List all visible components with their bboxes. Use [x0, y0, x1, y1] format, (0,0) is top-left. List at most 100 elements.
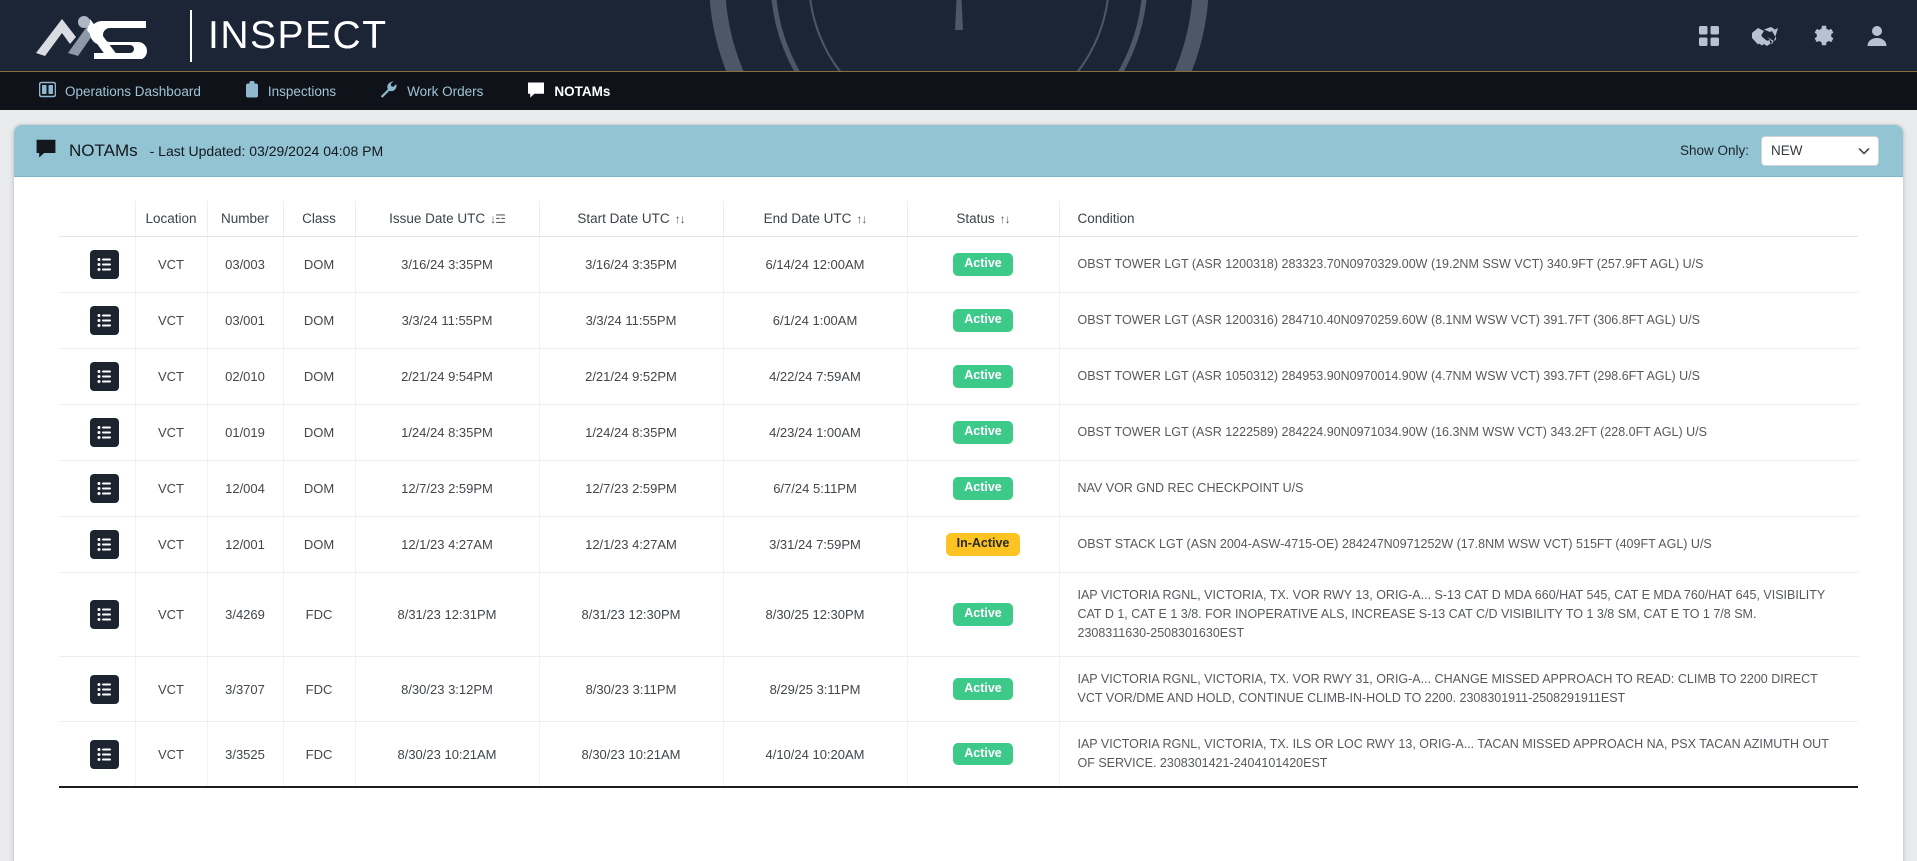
row-actions-cell — [59, 404, 136, 461]
table-row[interactable]: VCT 03/001 DOM 3/3/24 11:55PM 3/3/24 11:… — [59, 292, 1858, 349]
details-list-icon[interactable] — [90, 600, 120, 629]
status-badge: Active — [953, 742, 1013, 766]
cell-end-date: 8/30/25 12:30PM — [723, 572, 908, 657]
column-header-status[interactable]: Status ↑↓ — [907, 201, 1060, 237]
notams-card-title-group: NOTAMs - Last Updated: 03/29/2024 04:08 … — [35, 138, 383, 163]
table-row[interactable]: VCT 3/4269 FDC 8/31/23 12:31PM 8/31/23 1… — [59, 572, 1858, 657]
status-badge: Active — [953, 309, 1013, 332]
details-list-icon[interactable] — [90, 362, 120, 391]
cell-status: Active — [907, 404, 1060, 461]
cell-condition: IAP VICTORIA RGNL, VICTORIA, TX. VOR RWY… — [1059, 656, 1858, 722]
cell-location: VCT — [135, 404, 208, 461]
last-updated-text: - Last Updated: 03/29/2024 04:08 PM — [149, 142, 384, 159]
details-list-icon[interactable] — [90, 418, 120, 447]
sort-toggle-icon[interactable]: ↑↓ — [1000, 212, 1011, 226]
column-header-class[interactable]: Class — [283, 201, 356, 237]
cell-issue-date: 1/24/24 8:35PM — [355, 404, 540, 461]
cell-status: Active — [907, 292, 1060, 349]
sort-desc-icon[interactable]: ↓☲ — [490, 212, 506, 226]
cell-end-date: 4/22/24 7:59AM — [723, 348, 908, 405]
cell-condition: OBST TOWER LGT (ASR 1222589) 284224.90N0… — [1059, 404, 1858, 461]
cell-class: DOM — [283, 516, 356, 573]
table-row[interactable]: VCT 03/003 DOM 3/16/24 3:35PM 3/16/24 3:… — [59, 236, 1858, 293]
gear-icon[interactable] — [1807, 22, 1835, 50]
column-label: Start Date UTC — [577, 211, 670, 226]
cell-issue-date: 8/30/23 3:12PM — [355, 656, 540, 722]
nav-item-operations-dashboard[interactable]: Operations Dashboard — [22, 72, 218, 110]
column-header-number[interactable]: Number — [207, 201, 284, 237]
cell-location: VCT — [135, 348, 208, 405]
notams-table-container: Location Number Class Issue Date UTC ↓☲ S… — [14, 177, 1903, 861]
cell-condition: OBST STACK LGT (ASN 2004-ASW-4715-OE) 28… — [1059, 516, 1858, 573]
column-header-issue-date[interactable]: Issue Date UTC ↓☲ — [355, 201, 540, 237]
user-icon[interactable] — [1863, 22, 1891, 50]
column-label: Condition — [1077, 211, 1135, 226]
row-actions-cell — [59, 572, 136, 657]
handshake-icon[interactable] — [1751, 22, 1779, 50]
cell-condition: NAV VOR GND REC CHECKPOINT U/S — [1059, 460, 1858, 517]
column-header-actions — [59, 201, 136, 237]
table-row[interactable]: VCT 01/019 DOM 1/24/24 8:35PM 1/24/24 8:… — [59, 404, 1858, 461]
cell-end-date: 8/29/25 3:11PM — [723, 656, 908, 722]
column-header-end-date[interactable]: End Date UTC ↑↓ — [723, 201, 908, 237]
table-row[interactable]: VCT 12/001 DOM 12/1/23 4:27AM 12/1/23 4:… — [59, 516, 1858, 573]
status-badge: Active — [953, 253, 1013, 276]
table-row[interactable]: VCT 3/3707 FDC 8/30/23 3:12PM 8/30/23 3:… — [59, 656, 1858, 722]
apps-grid-icon[interactable] — [1695, 22, 1723, 50]
table-row[interactable]: VCT 3/3525 FDC 8/30/23 10:21AM 8/30/23 1… — [59, 721, 1858, 788]
cell-number: 12/004 — [207, 460, 284, 517]
cell-start-date: 12/1/23 4:27AM — [539, 516, 724, 573]
details-list-icon[interactable] — [90, 674, 120, 704]
table-row[interactable]: VCT 02/010 DOM 2/21/24 9:54PM 2/21/24 9:… — [59, 348, 1858, 405]
table-row[interactable]: VCT 12/004 DOM 12/7/23 2:59PM 12/7/23 2:… — [59, 460, 1858, 517]
details-list-icon[interactable] — [90, 250, 120, 279]
notams-card: NOTAMs - Last Updated: 03/29/2024 04:08 … — [13, 124, 1904, 861]
cell-number: 03/001 — [207, 292, 284, 349]
details-list-icon[interactable] — [90, 306, 120, 335]
dashboard-icon — [38, 81, 57, 101]
cell-location: VCT — [135, 292, 208, 349]
cell-start-date: 1/24/24 8:35PM — [539, 404, 724, 461]
details-list-icon[interactable] — [90, 530, 120, 559]
row-actions-cell — [59, 292, 136, 349]
compass-watermark-icon — [709, 0, 1208, 71]
column-header-start-date[interactable]: Start Date UTC ↑↓ — [539, 201, 724, 237]
show-only-select[interactable]: NEW — [1761, 135, 1879, 166]
cell-end-date: 6/14/24 12:00AM — [723, 236, 908, 293]
cell-location: VCT — [135, 460, 208, 517]
notams-table: Location Number Class Issue Date UTC ↓☲ S… — [59, 201, 1858, 788]
cell-start-date: 3/16/24 3:35PM — [539, 236, 724, 293]
nav-item-notams[interactable]: NOTAMs — [510, 72, 627, 110]
column-header-location[interactable]: Location — [135, 201, 208, 237]
message-icon — [527, 81, 545, 101]
sort-toggle-icon[interactable]: ↑↓ — [675, 212, 686, 226]
cell-number: 12/001 — [207, 516, 284, 573]
details-list-icon[interactable] — [90, 474, 120, 503]
cell-condition: IAP VICTORIA RGNL, VICTORIA, TX. ILS OR … — [1059, 721, 1858, 788]
notams-card-header: NOTAMs - Last Updated: 03/29/2024 04:08 … — [14, 125, 1903, 177]
show-only-group: Show Only: NEW — [1680, 135, 1879, 166]
cell-condition: OBST TOWER LGT (ASR 1050312) 284953.90N0… — [1059, 348, 1858, 405]
cell-class: DOM — [283, 460, 356, 517]
brand-logo[interactable]: INSPECT — [32, 9, 388, 62]
brand-divider — [190, 9, 192, 62]
row-actions-cell — [59, 516, 136, 573]
cell-class: DOM — [283, 292, 356, 349]
cell-number: 3/3525 — [207, 721, 284, 788]
nav-item-work-orders[interactable]: Work Orders — [363, 72, 500, 110]
table-header-row: Location Number Class Issue Date UTC ↓☲ S… — [59, 201, 1858, 237]
clipboard-icon — [245, 81, 259, 101]
status-badge: In-Active — [945, 533, 1021, 556]
cell-end-date: 4/23/24 1:00AM — [723, 404, 908, 461]
cell-location: VCT — [135, 236, 208, 293]
sort-toggle-icon[interactable]: ↑↓ — [856, 212, 867, 226]
show-only-value: NEW — [1771, 143, 1803, 158]
status-badge: Active — [953, 603, 1013, 626]
details-list-icon[interactable] — [90, 739, 120, 769]
cell-issue-date: 2/21/24 9:54PM — [355, 348, 540, 405]
column-header-condition[interactable]: Condition — [1059, 201, 1858, 237]
cell-start-date: 12/7/23 2:59PM — [539, 460, 724, 517]
cell-end-date: 6/7/24 5:11PM — [723, 460, 908, 517]
cell-issue-date: 3/3/24 11:55PM — [355, 292, 540, 349]
nav-item-inspections[interactable]: Inspections — [228, 72, 353, 110]
